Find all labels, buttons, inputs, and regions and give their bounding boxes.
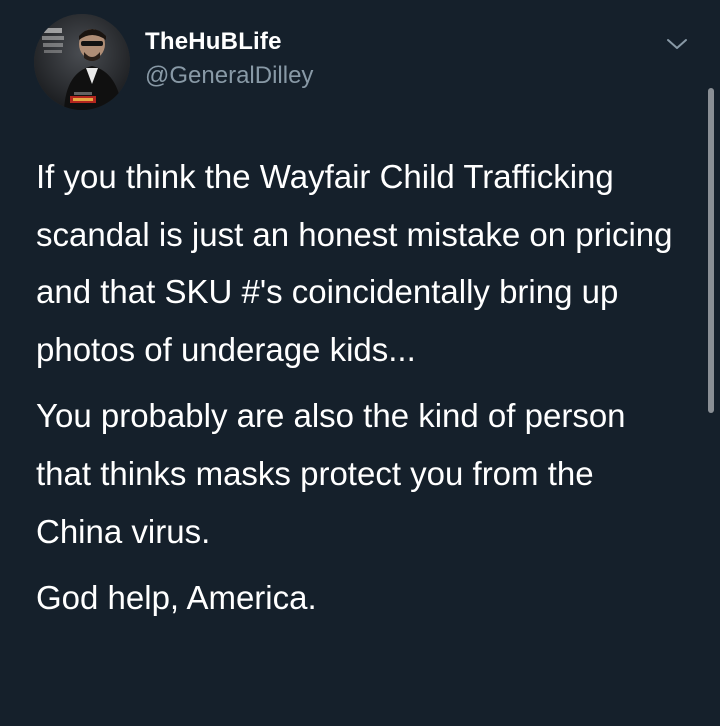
tweet-paragraph: God help, America. <box>36 579 317 617</box>
tweet-card: TheHuBLife @GeneralDilley If you think t… <box>0 0 720 726</box>
avatar-image <box>34 14 130 110</box>
scrollbar[interactable] <box>708 88 714 413</box>
avatar[interactable] <box>34 14 130 110</box>
display-name[interactable]: TheHuBLife <box>145 28 282 56</box>
chevron-down-icon[interactable] <box>665 36 689 52</box>
tweet-text: If you think the Wayfair Child Trafficki… <box>36 148 676 627</box>
tweet-paragraph: You probably are also the kind of person… <box>36 397 626 550</box>
tweet-paragraph: If you think the Wayfair Child Trafficki… <box>36 158 673 368</box>
user-handle[interactable]: @GeneralDilley <box>145 62 313 90</box>
